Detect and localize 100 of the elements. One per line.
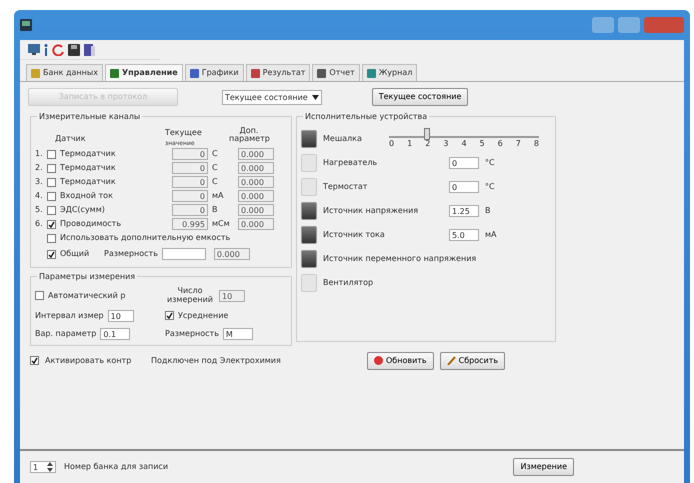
group-title: Исполнительные устройства <box>303 111 430 123</box>
tick-label: 5 <box>480 138 485 150</box>
switch-toggle[interactable] <box>301 154 317 172</box>
value-field[interactable]: 0 <box>449 181 479 193</box>
value-field[interactable]: 0 <box>449 157 479 169</box>
switch-toggle[interactable] <box>301 250 317 268</box>
checkbox[interactable] <box>165 311 174 320</box>
unit-label: C <box>212 176 219 188</box>
row-number: 3. <box>35 176 43 188</box>
extra-field[interactable]: 0.000 <box>238 190 274 202</box>
tab[interactable]: Управление <box>104 64 183 81</box>
unit-label: мСм <box>212 218 231 230</box>
checkbox[interactable] <box>47 220 56 228</box>
tab[interactable]: Банк данных <box>26 64 103 81</box>
tab-icon <box>190 68 199 78</box>
field-label: Вар. параметр <box>35 328 96 340</box>
row-number: 6. <box>35 218 43 230</box>
unit-label: В <box>212 204 218 216</box>
action-button[interactable]: Сбросить <box>440 352 506 370</box>
app-icon <box>20 19 32 31</box>
extra-field[interactable]: 0.000 <box>238 148 274 160</box>
device-label: Источник переменного напряжения <box>323 253 476 265</box>
field-label: Число измерений <box>166 287 214 305</box>
field-label: Номер банка для записи <box>64 461 168 473</box>
field-label: Размерность <box>104 248 158 260</box>
row-number: 2. <box>35 162 43 174</box>
checkbox[interactable] <box>47 192 56 200</box>
slider-thumb[interactable] <box>424 128 430 140</box>
switch-toggle[interactable] <box>301 130 317 148</box>
spin-arrows-icon[interactable] <box>47 462 53 472</box>
checkbox[interactable] <box>47 234 56 242</box>
monitor-icon[interactable] <box>28 44 40 55</box>
switch-toggle[interactable] <box>301 178 317 196</box>
checkbox[interactable] <box>47 164 56 172</box>
state-dropdown[interactable]: Текущее состояние <box>222 90 322 104</box>
spinner-field[interactable]: 1 <box>30 461 56 473</box>
tab[interactable]: Отчет <box>312 64 360 81</box>
group-title: Параметры измерения <box>37 271 138 283</box>
count-field[interactable]: 10 <box>219 290 245 302</box>
sensor-name: Входной ток <box>60 190 114 202</box>
field-label: Интервал измер <box>35 310 104 322</box>
value-field[interactable]: 1.25 <box>449 205 479 217</box>
checkbox[interactable] <box>47 178 56 186</box>
brush-icon <box>446 356 456 366</box>
extra-field[interactable]: 0.000 <box>214 248 250 260</box>
extra-field[interactable]: 0.000 <box>238 218 274 230</box>
extra-field[interactable]: 0.000 <box>238 176 274 188</box>
switch-toggle[interactable] <box>301 226 317 244</box>
measure-button[interactable]: Измерение <box>513 458 574 476</box>
device-label: Мешалка <box>323 133 363 145</box>
action-button[interactable]: Обновить <box>367 352 434 370</box>
value-field: 0.995 <box>172 218 208 230</box>
checkbox-label: Усреднение <box>178 310 228 322</box>
tick-label: 6 <box>498 138 503 150</box>
value-field: 0 <box>172 148 208 160</box>
tick-label: 0 <box>389 138 394 150</box>
tab[interactable]: Результат <box>246 64 310 81</box>
device-label: Термостат <box>323 181 368 193</box>
sensor-name: Термодатчик <box>60 176 117 188</box>
sensor-name: Проводимость <box>60 218 122 230</box>
checkbox-label: Автоматический р <box>48 290 126 302</box>
dimension-field[interactable] <box>162 248 206 260</box>
checkbox[interactable] <box>30 356 39 366</box>
info-icon[interactable] <box>44 44 48 56</box>
tab-icon <box>110 68 119 78</box>
unit-label: C <box>212 148 219 160</box>
sensor-name: Термодатчик <box>60 148 117 160</box>
checkbox[interactable] <box>35 291 44 300</box>
status-text: Подключен под Электрохимия <box>151 354 282 367</box>
extra-field[interactable]: 0.000 <box>238 162 274 174</box>
tick-label: 1 <box>407 138 412 150</box>
unit-label: мА <box>485 229 497 241</box>
book-icon[interactable] <box>84 44 95 56</box>
tab[interactable]: Журнал <box>362 64 418 81</box>
caret-icon <box>312 94 319 100</box>
tab[interactable]: Графики <box>184 64 244 81</box>
checkbox[interactable] <box>47 250 56 258</box>
device-label: Нагреватель <box>323 157 378 169</box>
row-number: 4. <box>35 190 43 202</box>
value-field: 0 <box>172 190 208 202</box>
value-field: 0 <box>172 204 208 216</box>
row-number: 1. <box>35 148 43 160</box>
state-button[interactable]: Текущее состояние <box>372 88 468 106</box>
dimension-field[interactable]: M <box>222 328 253 340</box>
device-label: Источник напряжения <box>323 205 420 217</box>
tick-label: 3 <box>443 138 448 150</box>
checkbox-label: Использовать дополнительную емкость <box>60 232 230 244</box>
checkbox[interactable] <box>47 150 56 158</box>
checkbox[interactable] <box>47 206 56 214</box>
value-field[interactable]: 5.0 <box>449 229 479 241</box>
extra-field[interactable]: 0.000 <box>238 204 274 216</box>
tick-label: 8 <box>534 138 539 150</box>
switch-toggle[interactable] <box>301 202 317 220</box>
column-header: Текущее <box>165 127 203 139</box>
interval-field[interactable]: 10 <box>108 310 134 322</box>
checkbox-label: Активировать контр <box>45 354 132 367</box>
parameter-field[interactable]: 0.1 <box>100 328 130 340</box>
unit-label: мА <box>212 190 225 202</box>
tick-label: 4 <box>461 138 467 150</box>
switch-toggle[interactable] <box>301 274 317 292</box>
